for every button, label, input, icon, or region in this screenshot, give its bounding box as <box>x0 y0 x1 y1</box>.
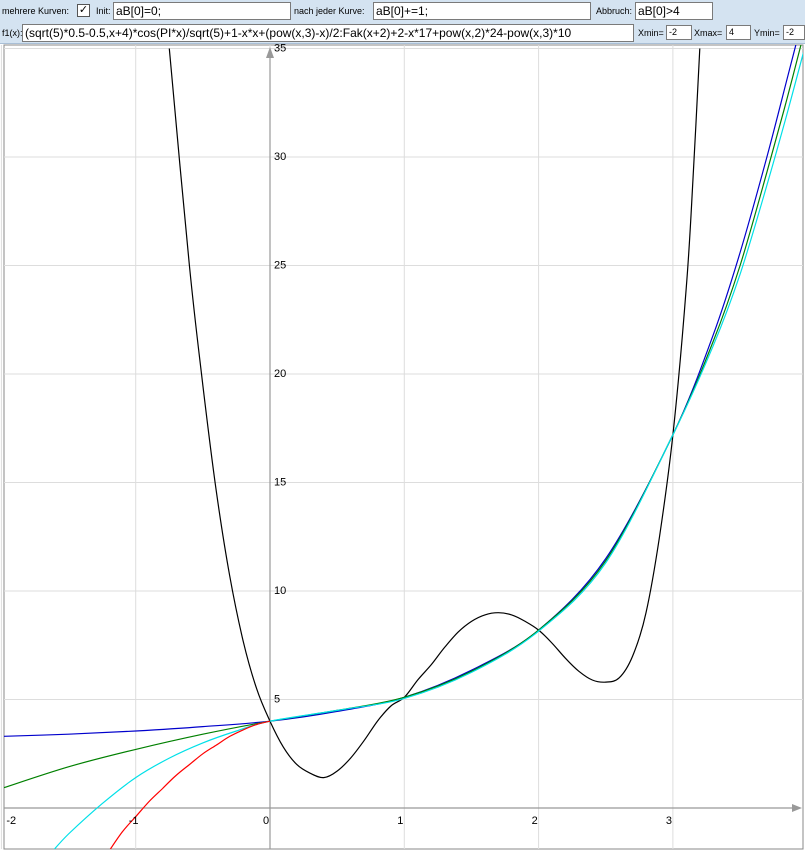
y-tick-label: 15 <box>274 477 286 489</box>
x-tick-label: 2 <box>532 815 538 827</box>
y-tick-label: 30 <box>274 151 286 163</box>
multi-curves-label: mehrere Kurven: <box>2 6 70 16</box>
xmax-input[interactable]: 4 <box>726 25 751 40</box>
ymin-label: Ymin= <box>754 28 780 38</box>
ymin-input[interactable]: -2 <box>783 25 805 40</box>
after-curve-label: nach jeder Kurve: <box>294 6 365 16</box>
function-plot: -2 -1 0 1 2 35101520253035 <box>0 44 804 850</box>
multi-curves-checkbox[interactable]: ✓ <box>77 4 90 17</box>
x-tick-label: 0 <box>263 815 269 827</box>
y-tick-label: 35 <box>274 44 286 55</box>
y-tick-label: 20 <box>274 368 286 380</box>
x-tick-label: -2 <box>6 815 16 827</box>
init-input[interactable]: aB[0]=0; <box>113 2 291 20</box>
xmax-label: Xmax= <box>694 28 723 38</box>
f1-label: f1(x): <box>2 28 23 38</box>
x-tick-label: 1 <box>397 815 403 827</box>
abort-input[interactable]: aB[0]>4 <box>635 2 713 20</box>
y-tick-label: 10 <box>274 585 286 597</box>
xmin-label: Xmin= <box>638 28 664 38</box>
f1-input[interactable]: (sqrt(5)*0.5-0.5,x+4)*cos(PI*x)/sqrt(5)+… <box>22 24 634 42</box>
y-tick-label: 5 <box>274 694 280 706</box>
x-tick-label: -1 <box>129 815 139 827</box>
y-tick-label: 25 <box>274 260 286 272</box>
xmin-input[interactable]: -2 <box>666 25 692 40</box>
x-tick-label: 3 <box>666 815 672 827</box>
abort-label: Abbruch: <box>596 6 633 16</box>
toolbar-row-loop: mehrere Kurven: ✓ Init: aB[0]=0; nach je… <box>0 1 805 21</box>
init-label: Init: <box>96 6 111 16</box>
toolbar: mehrere Kurven: ✓ Init: aB[0]=0; nach je… <box>0 0 805 44</box>
after-curve-input[interactable]: aB[0]+=1; <box>373 2 591 20</box>
plot-frame <box>3 44 804 850</box>
toolbar-row-function: f1(x): (sqrt(5)*0.5-0.5,x+4)*cos(PI*x)/s… <box>0 23 805 43</box>
